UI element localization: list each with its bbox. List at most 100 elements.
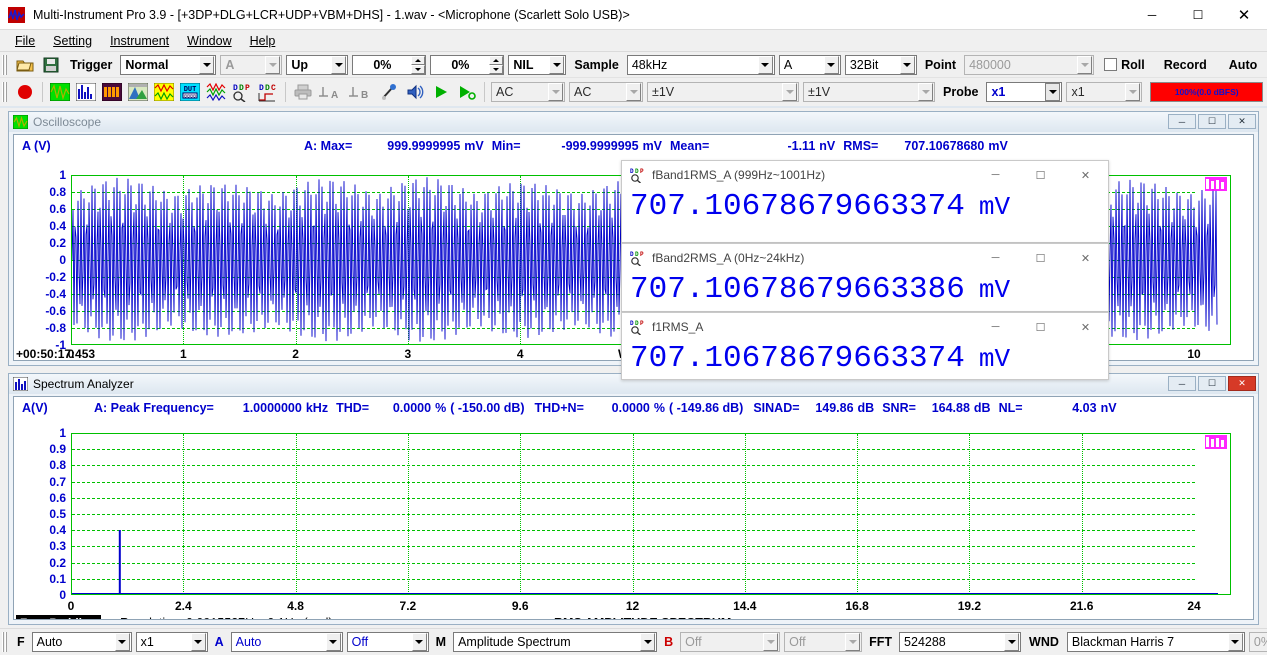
oscilloscope-corner-marker[interactable] xyxy=(1205,177,1227,194)
trigger-mode-select[interactable]: Normal xyxy=(120,54,217,75)
ddp-window-f1rms[interactable]: D D P f1RMS_A ─ ☐ ✕ 707.10678679663374 m… xyxy=(621,312,1109,380)
stepper-down-icon[interactable] xyxy=(489,64,504,74)
spectrum-minimize-button[interactable]: ─ xyxy=(1168,376,1196,391)
dut-icon[interactable]: DUT 0000 xyxy=(179,81,201,103)
channel-b-mode-select[interactable]: Off xyxy=(680,632,781,652)
channel-b-extra-select[interactable]: Off xyxy=(784,632,863,652)
fft-size-select[interactable]: 524288 xyxy=(899,632,1022,652)
close-button[interactable]: ✕ xyxy=(1221,0,1267,30)
spectrum-snr-unit: dB xyxy=(973,401,991,415)
roll-checkbox[interactable] xyxy=(1104,58,1118,71)
probe-a-select[interactable]: x1 xyxy=(986,82,1063,102)
lcr-meter-icon[interactable] xyxy=(205,81,227,103)
spectrum-plot[interactable]: 1 0.9 0.8 0.7 0.6 0.5 0.4 0.3 0.2 0.1 0 0 2.4 4.8 7.2… xyxy=(14,417,1253,619)
multimeter-icon[interactable] xyxy=(101,81,123,103)
ddp-minimize-button[interactable]: ─ xyxy=(973,244,1018,272)
oscilloscope-close-button[interactable]: ✕ xyxy=(1228,114,1256,129)
ddp-minimize-button[interactable]: ─ xyxy=(973,313,1018,341)
ddp-window-fband1rms[interactable]: D D P fBand1RMS_A (999Hz~1001Hz) ─ ☐ ✕ 7… xyxy=(621,160,1109,243)
menu-setting[interactable]: Setting xyxy=(44,32,101,50)
ddp-maximize-button[interactable]: ☐ xyxy=(1018,161,1063,189)
ddp-window-fband2rms[interactable]: D D P fBand2RMS_A (0Hz~24kHz) ─ ☐ ✕ 707.… xyxy=(621,243,1109,312)
ddp-maximize-button[interactable]: ☐ xyxy=(1018,244,1063,272)
stepper-down-icon[interactable] xyxy=(411,64,426,74)
svg-text:A: A xyxy=(331,90,338,100)
sample-rate-select[interactable]: 48kHz xyxy=(626,54,775,75)
ddp-titlebar[interactable]: D D P f1RMS_A ─ ☐ ✕ xyxy=(622,313,1108,341)
roll-checkbox-group[interactable]: Roll xyxy=(1096,58,1153,72)
ddp-titlebar[interactable]: D D P fBand1RMS_A (999Hz~1001Hz) ─ ☐ ✕ xyxy=(622,161,1108,189)
range-a-select[interactable]: ±1V xyxy=(647,82,799,102)
coupling-a-select[interactable]: AC xyxy=(491,82,565,102)
spectrum-corner-marker[interactable] xyxy=(1205,435,1227,452)
range-b-select[interactable]: ±1V xyxy=(803,82,935,102)
toolbar-grip[interactable] xyxy=(2,82,9,102)
trigger-delay-stepper[interactable]: 0% xyxy=(430,54,505,75)
spectrum-maximize-button[interactable]: ☐ xyxy=(1198,376,1226,391)
menu-help[interactable]: Help xyxy=(241,32,285,50)
ddc-icon[interactable]: D D C xyxy=(257,81,279,103)
trigger-slope-select[interactable]: Up xyxy=(286,54,349,75)
amplitude-off-value: Off xyxy=(351,635,369,649)
window-titlebar: Multi-Instrument Pro 3.9 - [+3DP+DLG+LCR… xyxy=(0,0,1267,30)
ddp-close-button[interactable]: ✕ xyxy=(1063,161,1108,189)
spectrum-icon[interactable] xyxy=(75,81,97,103)
menu-file[interactable]: File xyxy=(6,32,44,50)
amplitude-off-select[interactable]: Off xyxy=(346,632,429,652)
probe-b-select[interactable]: x1 xyxy=(1066,82,1143,102)
ddp-close-button[interactable]: ✕ xyxy=(1063,313,1108,341)
oscilloscope-mean-key: Mean= xyxy=(670,139,710,153)
oscilloscope-icon[interactable] xyxy=(49,81,71,103)
point-count-select[interactable]: 480000 xyxy=(964,54,1095,75)
oscilloscope-maximize-button[interactable]: ☐ xyxy=(1198,114,1226,129)
menu-window[interactable]: Window xyxy=(178,32,240,50)
amplitude-mode-select[interactable]: Auto xyxy=(230,632,343,652)
oscilloscope-y-tick: 0 xyxy=(59,253,66,267)
zero-padding-badge[interactable]: Zero Padding xyxy=(16,615,101,619)
ddp-minimize-button[interactable]: ─ xyxy=(973,161,1018,189)
oscilloscope-minimize-button[interactable]: ─ xyxy=(1168,114,1196,129)
spectrum-close-button[interactable]: ✕ xyxy=(1228,376,1256,391)
open-folder-icon[interactable] xyxy=(14,54,36,76)
stepper-buttons[interactable] xyxy=(489,55,504,74)
speaker-icon[interactable] xyxy=(404,81,426,103)
ddp-maximize-button[interactable]: ☐ xyxy=(1018,313,1063,341)
stepper-up-icon[interactable] xyxy=(489,55,504,65)
trigger-source-select[interactable]: A xyxy=(220,54,283,75)
auto-button[interactable]: Auto xyxy=(1217,53,1267,76)
spectrum-x-tick: 9.6 xyxy=(511,599,529,613)
record-icon[interactable] xyxy=(14,81,36,103)
signal-generator-icon[interactable] xyxy=(153,81,175,103)
save-disk-icon[interactable] xyxy=(40,54,62,76)
oscilloscope-rms-value: 707.10678680 xyxy=(904,139,985,153)
sample-channel-select[interactable]: A xyxy=(778,54,841,75)
measure-mode-select[interactable]: Amplitude Spectrum xyxy=(453,632,658,652)
window-function-select[interactable]: Blackman Harris 7 xyxy=(1066,632,1245,652)
oscilloscope-panel-titlebar[interactable]: Oscilloscope ─ ☐ ✕ xyxy=(9,112,1258,132)
frequency-zoom-select[interactable]: x1 xyxy=(135,632,208,652)
trigger-extra-select[interactable]: NIL xyxy=(508,54,567,75)
ddp-close-button[interactable]: ✕ xyxy=(1063,244,1108,272)
calibration-icon[interactable] xyxy=(378,81,400,103)
trigger-level-value: 0% xyxy=(373,57,392,72)
bit-depth-select[interactable]: 32Bit xyxy=(844,54,917,75)
spectrum-3d-icon[interactable] xyxy=(127,81,149,103)
trigger-level-stepper[interactable]: 0% xyxy=(352,54,427,75)
minimize-button[interactable]: ─ xyxy=(1129,0,1175,30)
overlap-select[interactable]: 0% xyxy=(1248,632,1267,652)
maximize-button[interactable]: ☐ xyxy=(1175,0,1221,30)
play-icon[interactable] xyxy=(430,81,452,103)
ddp-icon[interactable]: D D P xyxy=(231,81,253,103)
toolbar-grip[interactable] xyxy=(2,54,9,75)
stepper-buttons[interactable] xyxy=(411,55,426,74)
stepper-up-icon[interactable] xyxy=(411,55,426,65)
frequency-mode-select[interactable]: Auto xyxy=(31,632,132,652)
record-button[interactable]: Record xyxy=(1152,53,1218,76)
oscilloscope-y-tick: 0.2 xyxy=(49,236,66,250)
ddp-titlebar[interactable]: D D P fBand2RMS_A (0Hz~24kHz) ─ ☐ ✕ xyxy=(622,244,1108,272)
menu-instrument[interactable]: Instrument xyxy=(101,32,178,50)
point-count-value: 480000 xyxy=(969,57,1011,72)
coupling-b-select[interactable]: AC xyxy=(569,82,643,102)
toolbar-grip[interactable] xyxy=(2,632,9,652)
play-loop-icon[interactable] xyxy=(456,81,478,103)
